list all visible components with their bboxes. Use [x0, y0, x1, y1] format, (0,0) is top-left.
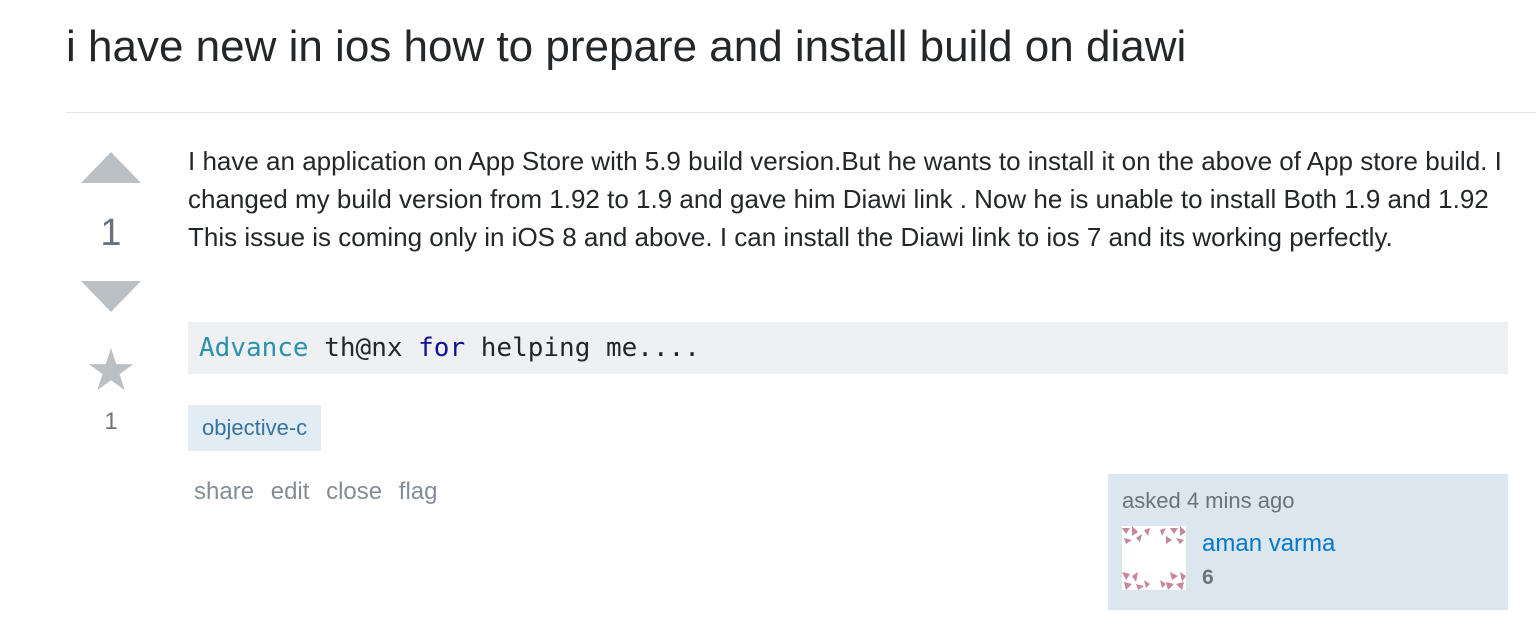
share-link[interactable]: share [194, 478, 254, 505]
question-body: I have an application on App Store with … [188, 146, 1502, 252]
favorite-star-icon[interactable]: ★ [80, 338, 142, 402]
question-title[interactable]: i have new in ios how to prepare and ins… [66, 22, 1186, 72]
code-token: th@nx [308, 333, 419, 363]
code-token: helping me.... [465, 333, 700, 363]
owner-card: asked 4 mins ago aman varma 6 [1108, 474, 1508, 610]
user-name-link[interactable]: aman varma [1202, 530, 1335, 558]
favorite-count: 1 [104, 408, 118, 435]
asked-time: asked 4 mins ago [1122, 488, 1295, 513]
vote-count: 1 [100, 212, 122, 254]
upvote-arrow-icon[interactable] [81, 152, 141, 183]
edit-link[interactable]: edit [271, 478, 310, 505]
post-menu: share edit close flag [194, 478, 448, 506]
reputation-score: 6 [1202, 566, 1214, 589]
downvote-arrow-icon[interactable] [81, 281, 141, 312]
close-link[interactable]: close [326, 478, 382, 505]
flag-link[interactable]: flag [399, 478, 438, 505]
title-divider [66, 112, 1536, 113]
code-block: Advance th@nx for helping me.... [188, 322, 1508, 374]
code-token: for [418, 333, 466, 363]
identicon-avatar-icon[interactable] [1122, 526, 1186, 590]
tag-objective-c[interactable]: objective-c [188, 405, 322, 451]
code-token: Advance [199, 333, 309, 363]
